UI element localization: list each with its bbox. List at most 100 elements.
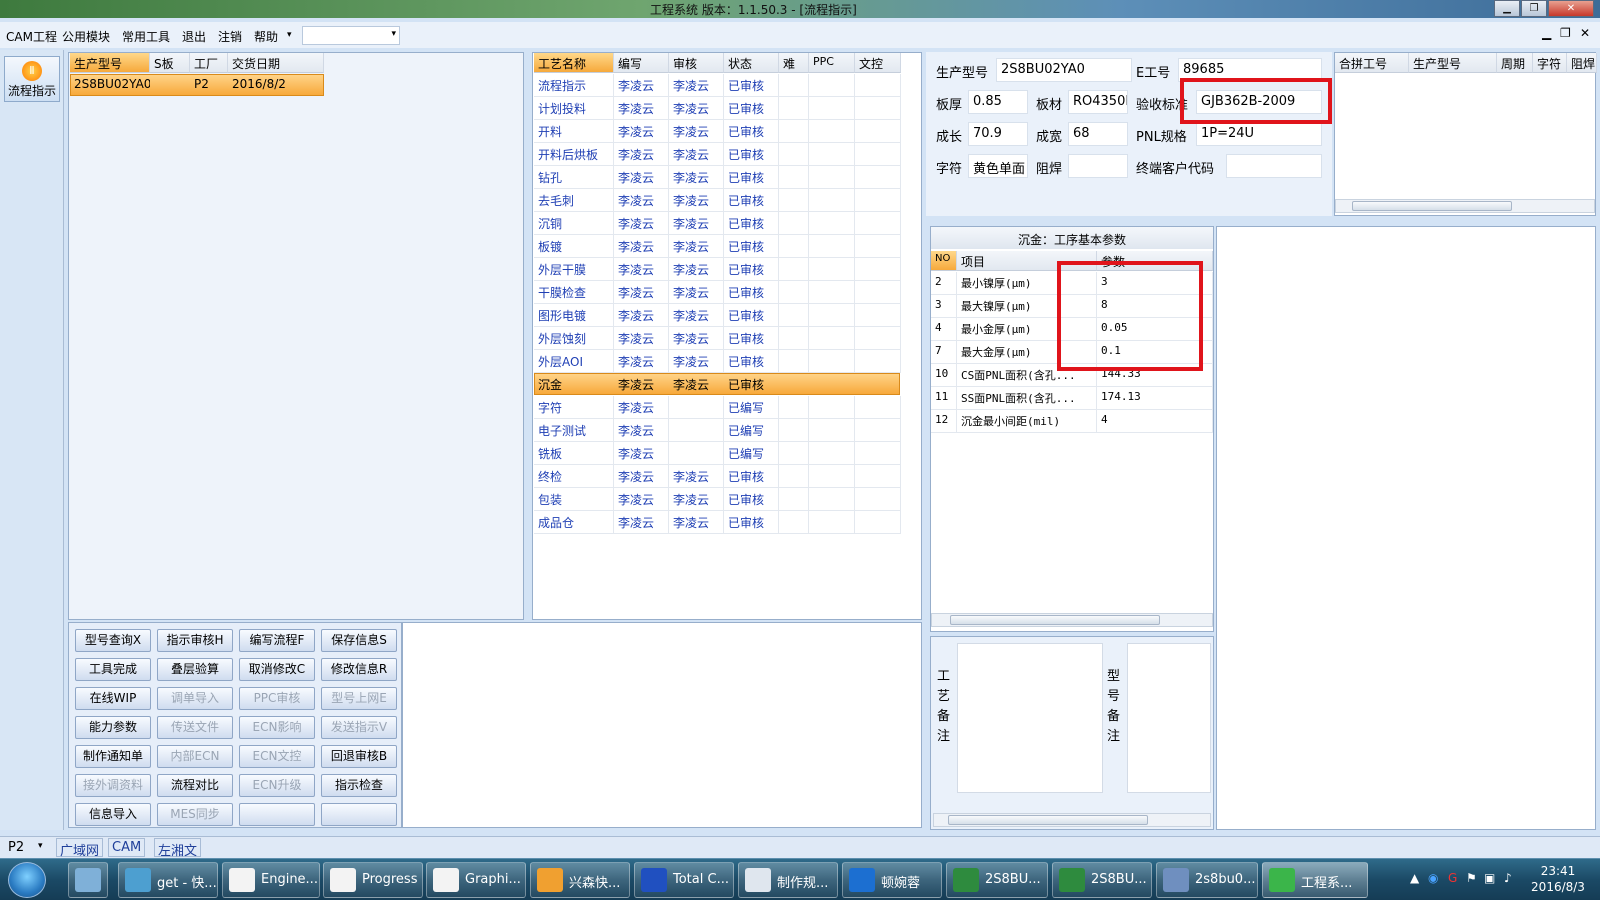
col-combine-period[interactable]: 周期	[1497, 53, 1533, 73]
soldermask-field[interactable]	[1068, 154, 1128, 178]
params-scrollbar[interactable]	[931, 613, 1213, 627]
menu-exit[interactable]: 退出	[182, 28, 206, 45]
info-import-button[interactable]: 信息导入	[75, 803, 151, 826]
close-button[interactable]: ✕	[1548, 0, 1594, 17]
col-author[interactable]: 编写	[614, 53, 669, 73]
tray-network-icon[interactable]: ◉	[1428, 871, 1438, 885]
tray-flag-icon[interactable]: ⚑	[1466, 871, 1477, 885]
modify-info-button[interactable]: 修改信息R	[321, 658, 397, 681]
tray-monitor-icon[interactable]: ▣	[1484, 871, 1495, 885]
send-instruction-button[interactable]: 发送指示V	[321, 716, 397, 739]
process-name-cell[interactable]: 沉金	[534, 373, 614, 396]
process-name-cell[interactable]: 包装	[534, 488, 614, 511]
maximize-button[interactable]: ❐	[1521, 0, 1547, 17]
cancel-edit-button[interactable]: 取消修改C	[239, 658, 315, 681]
revert-review-button[interactable]: 回退审核B	[321, 745, 397, 768]
col-combine-model[interactable]: 生产型号	[1409, 53, 1497, 73]
process-name-cell[interactable]: 外层AOI	[534, 350, 614, 373]
start-button[interactable]	[8, 862, 46, 898]
process-name-cell[interactable]: 开料	[534, 120, 614, 143]
col-combine-char[interactable]: 字符	[1533, 53, 1567, 73]
toolbar-combo[interactable]: ▾	[302, 26, 400, 45]
process-name-cell[interactable]: 字符	[534, 396, 614, 419]
process-name-cell[interactable]: 流程指示	[534, 74, 614, 97]
tray-arrow-icon[interactable]: ▲	[1410, 871, 1419, 885]
ecn-impact-button[interactable]: ECN影响	[239, 716, 315, 739]
scroll-thumb[interactable]	[950, 615, 1160, 625]
taskbar-item[interactable]: 顿婉蓉	[842, 862, 942, 898]
notes-scrollbar[interactable]	[933, 813, 1211, 827]
process-name-cell[interactable]: 终检	[534, 465, 614, 488]
factory-selector[interactable]: P2	[8, 840, 24, 855]
ecn-upgrade-button[interactable]: ECN升级	[239, 774, 315, 797]
blank-1-button[interactable]	[239, 803, 315, 826]
model-query-button[interactable]: 型号查询X	[75, 629, 151, 652]
splitter-handle[interactable]	[524, 300, 530, 370]
instruction-check-button[interactable]: 指示检查	[321, 774, 397, 797]
blank-2-button[interactable]	[321, 803, 397, 826]
col-model[interactable]: 生产型号	[70, 53, 150, 73]
col-factory[interactable]: 工厂	[190, 53, 228, 73]
taskbar-item[interactable]: Progress	[323, 862, 423, 898]
order-import-button[interactable]: 调单导入	[157, 687, 233, 710]
taskbar-item[interactable]	[68, 862, 108, 898]
mes-sync-button[interactable]: MES同步	[157, 803, 233, 826]
ecn-doc-control-button[interactable]: ECN文控	[239, 745, 315, 768]
scroll-thumb[interactable]	[1352, 201, 1512, 211]
taskbar-item[interactable]: 兴森快...	[530, 862, 630, 898]
thickness-field[interactable]: 0.85	[968, 90, 1028, 114]
process-name-cell[interactable]: 铣板	[534, 442, 614, 465]
menu-tools[interactable]: 常用工具	[122, 28, 170, 45]
process-note-field[interactable]	[957, 643, 1103, 793]
mdi-minimize-button[interactable]: ▁	[1542, 26, 1551, 40]
online-wip-button[interactable]: 在线WIP	[75, 687, 151, 710]
taskbar-item[interactable]: 工程系...	[1262, 862, 1368, 898]
col-doc-control[interactable]: 文控	[855, 53, 901, 73]
length-field[interactable]: 70.9	[968, 122, 1028, 146]
process-name-cell[interactable]: 板镀	[534, 235, 614, 258]
model-online-button[interactable]: 型号上网E	[321, 687, 397, 710]
flow-indicator-button[interactable]: Ⅱ 流程指示	[4, 56, 60, 102]
taskbar-item[interactable]: 制作规...	[738, 862, 838, 898]
char-field[interactable]: 黄色单面	[968, 154, 1028, 178]
col-no[interactable]: NO	[931, 251, 957, 271]
process-name-cell[interactable]: 去毛刺	[534, 189, 614, 212]
col-combine-no[interactable]: 合拼工号	[1335, 53, 1409, 73]
process-name-cell[interactable]: 开料后烘板	[534, 143, 614, 166]
col-reviewer[interactable]: 审核	[669, 53, 724, 73]
col-s-board[interactable]: S板	[150, 53, 190, 73]
internal-ecn-button[interactable]: 内部ECN	[157, 745, 233, 768]
customer-code-field[interactable]	[1226, 154, 1322, 178]
tray-volume-icon[interactable]: ♪	[1504, 871, 1512, 885]
process-name-cell[interactable]: 钻孔	[534, 166, 614, 189]
process-name-cell[interactable]: 图形电镀	[534, 304, 614, 327]
pnl-field[interactable]: 1P=24U	[1196, 122, 1322, 146]
ppc-review-button[interactable]: PPC审核	[239, 687, 315, 710]
combine-scrollbar[interactable]	[1335, 199, 1595, 213]
tool-complete-button[interactable]: 工具完成	[75, 658, 151, 681]
model-note-field[interactable]	[1127, 643, 1211, 793]
process-name-cell[interactable]: 干膜检查	[534, 281, 614, 304]
taskbar-item[interactable]: 2s8bu0...	[1156, 862, 1258, 898]
width-field[interactable]: 68	[1068, 122, 1128, 146]
capability-params-button[interactable]: 能力参数	[75, 716, 151, 739]
model-field[interactable]: 2S8BU02YA0	[996, 58, 1132, 82]
clock[interactable]: 23:41 2016/8/3	[1520, 863, 1596, 895]
taskbar-item[interactable]: Graphi...	[426, 862, 526, 898]
taskbar-item[interactable]: Total C...	[634, 862, 734, 898]
menu-common-modules[interactable]: 公用模块	[62, 28, 110, 45]
transfer-file-button[interactable]: 传送文件	[157, 716, 233, 739]
stackup-check-button[interactable]: 叠层验算	[157, 658, 233, 681]
tray-app-icon[interactable]: G	[1448, 871, 1457, 885]
flow-compare-button[interactable]: 流程对比	[157, 774, 233, 797]
taskbar-item[interactable]: Engine...	[222, 862, 320, 898]
process-name-cell[interactable]: 电子测试	[534, 419, 614, 442]
col-process-name[interactable]: 工艺名称	[534, 53, 614, 73]
col-difficulty[interactable]: 难	[779, 53, 809, 73]
process-name-cell[interactable]: 外层蚀刻	[534, 327, 614, 350]
external-data-button[interactable]: 接外调资料	[75, 774, 151, 797]
edit-flow-button[interactable]: 编写流程F	[239, 629, 315, 652]
chevron-down-icon[interactable]: ▾	[38, 841, 43, 851]
make-notice-button[interactable]: 制作通知单	[75, 745, 151, 768]
taskbar-item[interactable]: 2S8BU...	[946, 862, 1048, 898]
